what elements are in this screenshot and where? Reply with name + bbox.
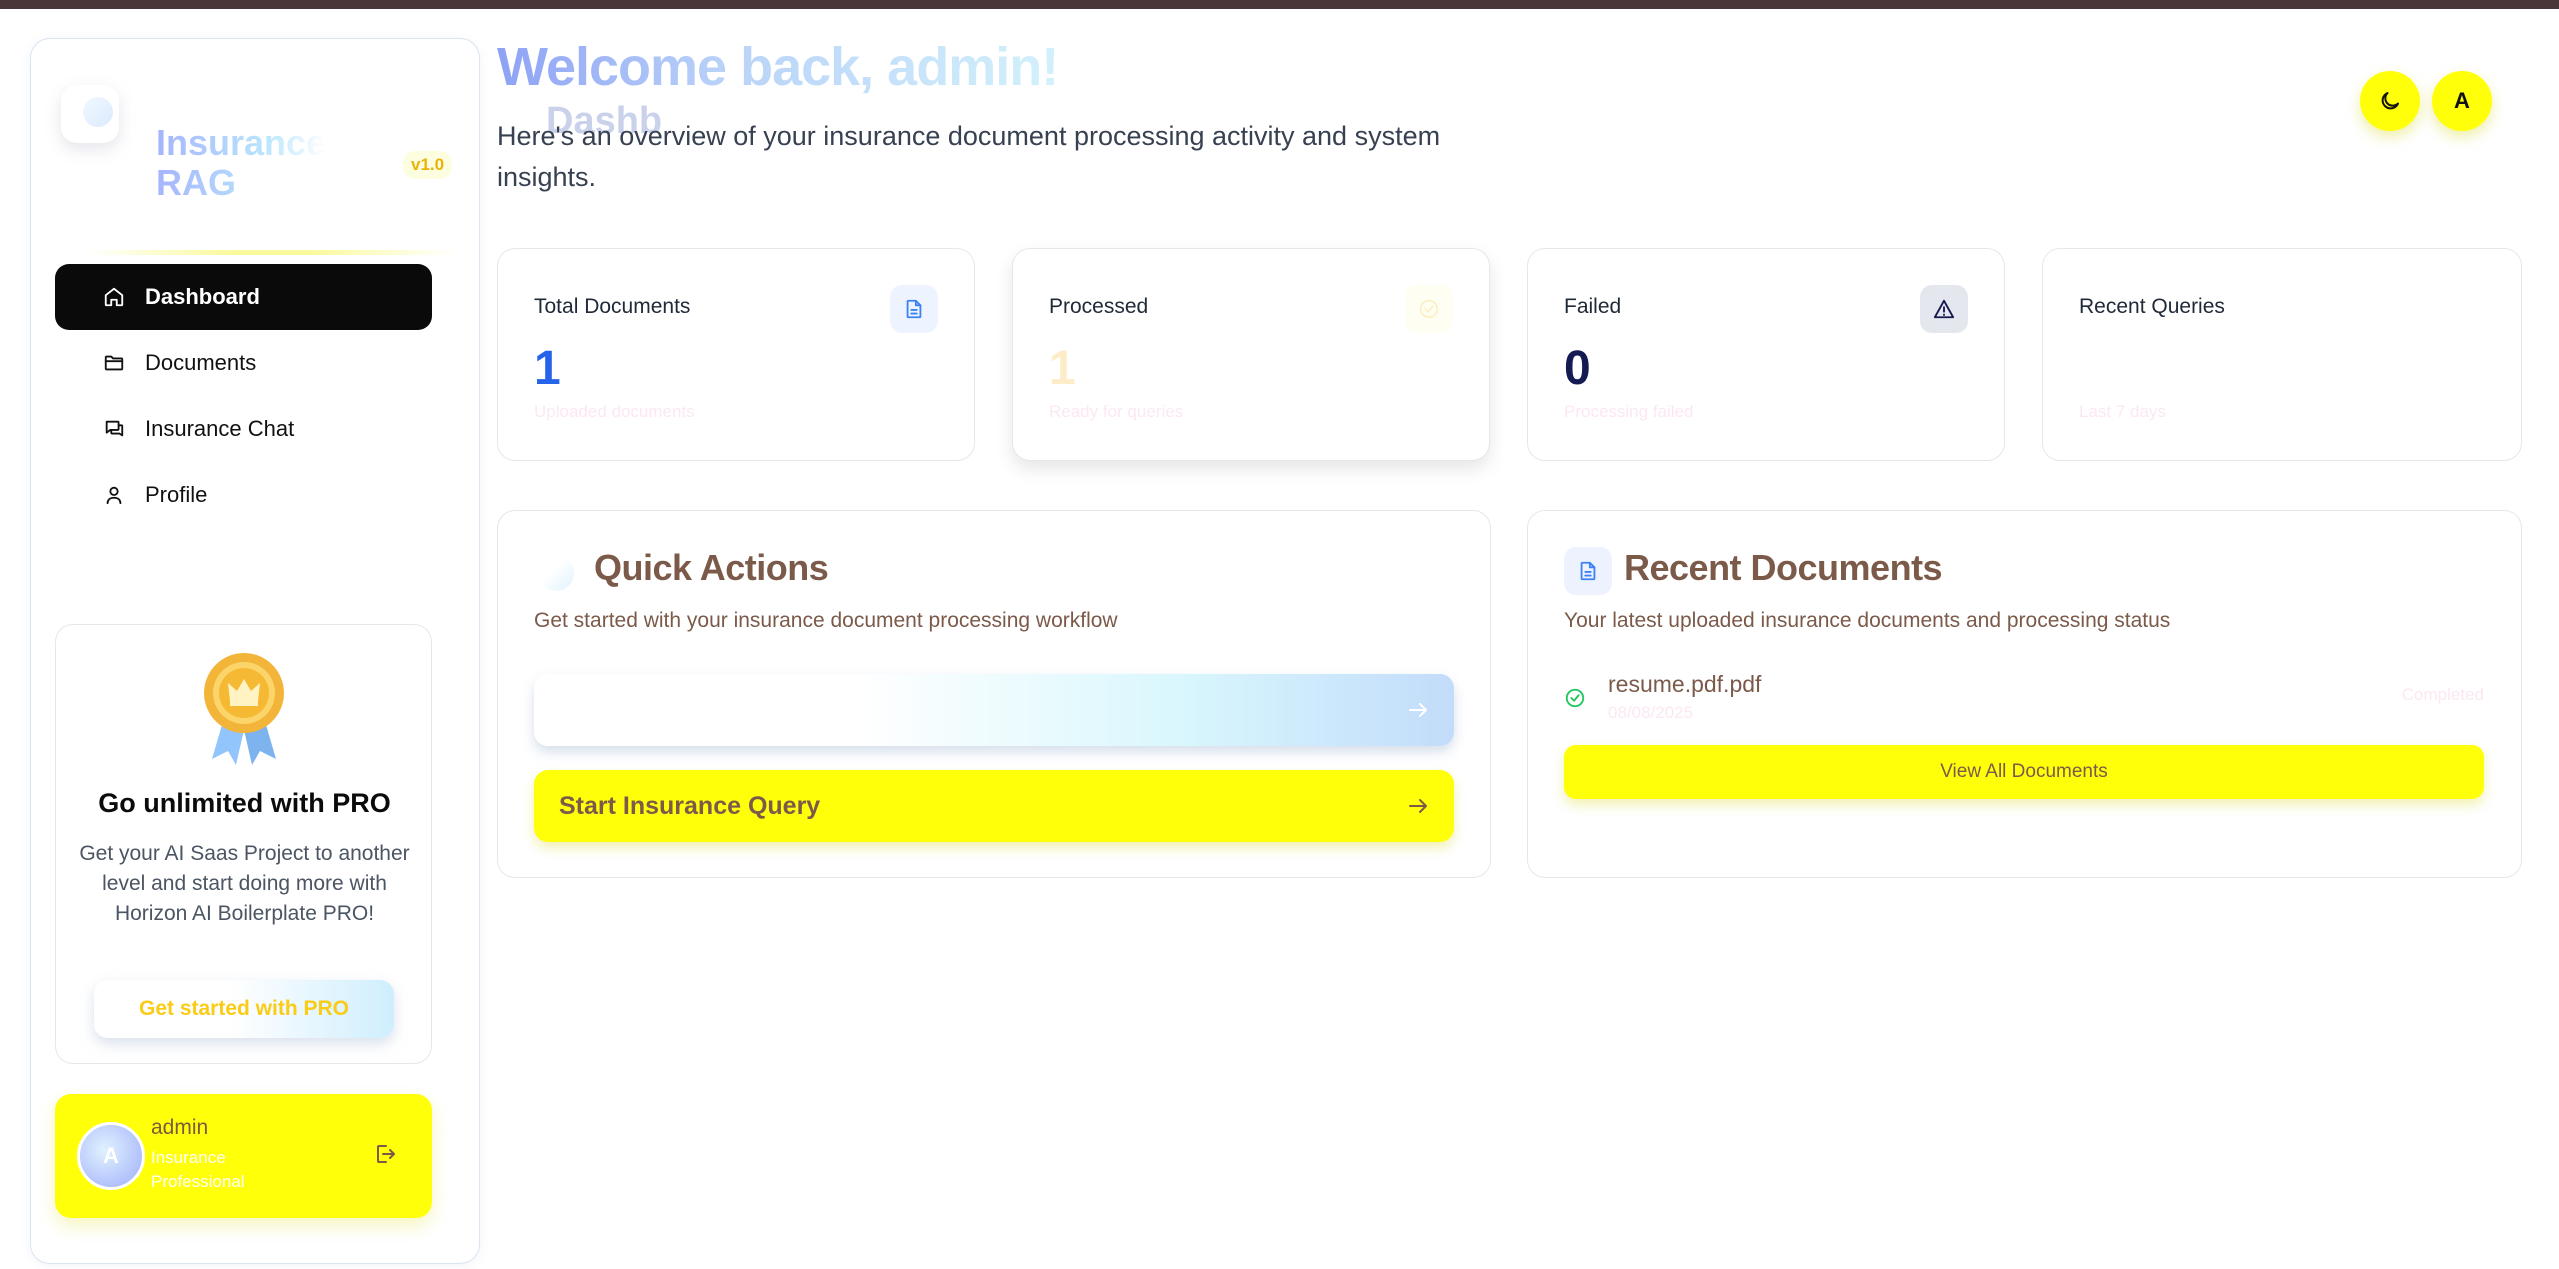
- start-insurance-query-button[interactable]: Start Insurance Query: [534, 770, 1454, 842]
- avatar-initial: A: [103, 1143, 119, 1168]
- stat-card-processed: Processed 1 Ready for queries: [1012, 248, 1490, 461]
- stat-title: Failed: [1564, 295, 1622, 318]
- theme-toggle-button[interactable]: [2360, 71, 2420, 131]
- stat-icon-box: [1920, 285, 1968, 333]
- quick-actions-description: Get started with your insurance document…: [534, 609, 1118, 632]
- stat-card-recent-queries: Recent Queries Last 7 days: [2042, 248, 2522, 461]
- user-icon: [106, 486, 122, 505]
- sidebar-item-insurance-chat[interactable]: Insurance Chat: [55, 396, 432, 462]
- stat-title: Recent Queries: [2079, 295, 2225, 318]
- quick-actions-icon: [538, 555, 574, 591]
- stat-card-total-documents: Total Documents 1 Uploaded documents: [497, 248, 975, 461]
- recent-documents-description: Your latest uploaded insurance documents…: [1564, 609, 2171, 632]
- arrow-right-icon: [1409, 703, 1427, 717]
- stat-card-failed: Failed 0 Processing failed: [1527, 248, 2005, 461]
- sidebar-item-profile[interactable]: Profile: [55, 462, 432, 528]
- user-card: A admin Insurance Professional: [55, 1094, 432, 1218]
- folder-icon: [104, 355, 124, 371]
- brand-name: Insurance RAG: [156, 122, 327, 203]
- stat-value: 1: [534, 342, 561, 395]
- top-strip: [0, 0, 2559, 9]
- stat-subtitle: Last 7 days: [2079, 402, 2166, 421]
- recent-documents-panel: Recent Documents Your latest uploaded in…: [1527, 510, 2522, 878]
- stat-value: 1: [1049, 342, 1076, 395]
- list-item[interactable]: resume.pdf.pdf 08/08/2025 Completed: [1564, 671, 2484, 725]
- version-badge: v1.0: [403, 151, 453, 179]
- quick-actions-panel: Quick Actions Get started with your insu…: [497, 510, 1491, 878]
- brand-divider: [87, 250, 457, 255]
- status-badge: Completed: [2401, 685, 2484, 704]
- stat-icon-box: [890, 285, 938, 333]
- home-icon: [104, 287, 124, 307]
- recent-documents-icon-box: [1564, 547, 1612, 595]
- stat-value: 0: [1564, 342, 1591, 395]
- arrow-right-icon: [1409, 799, 1427, 813]
- stat-subtitle: Ready for queries: [1049, 402, 1184, 421]
- moon-icon: [2381, 92, 2399, 110]
- logout-icon[interactable]: [373, 1142, 397, 1166]
- upload-documents-button[interactable]: [534, 674, 1454, 746]
- button-label: Start Insurance Query: [559, 791, 821, 820]
- sidebar-item-label: Insurance Chat: [145, 416, 295, 441]
- get-started-pro-button[interactable]: Get started with PRO: [94, 980, 394, 1038]
- check-circle-icon: [1419, 299, 1439, 319]
- promo-text: Get your AI Saas Project to another leve…: [79, 842, 410, 925]
- sidebar-item-label: Dashboard: [145, 284, 260, 309]
- check-circle-icon: [1565, 688, 1585, 708]
- promo-title: Go unlimited with PRO: [98, 788, 391, 818]
- user-name: admin: [151, 1116, 209, 1139]
- file-text-icon: [1580, 561, 1596, 581]
- sidebar-item-label: Documents: [145, 350, 257, 375]
- account-button[interactable]: A: [2432, 71, 2492, 131]
- brand-logo: [61, 85, 119, 143]
- sidebar-item-dashboard[interactable]: Dashboard: [55, 264, 432, 330]
- alert-triangle-icon: [1933, 299, 1955, 319]
- stat-subtitle: Processing failed: [1564, 402, 1694, 421]
- pro-promo-card: Go unlimited with PRO Get your AI Saas P…: [55, 624, 432, 1064]
- sidebar: Insurance RAG v1.0 Dashboard Documents I…: [30, 38, 480, 1264]
- chat-icon: [105, 420, 124, 437]
- welcome-subtitle: Here's an overview of your insurance doc…: [497, 121, 1441, 192]
- stat-title: Total Documents: [534, 295, 691, 318]
- user-role: Insurance Professional: [151, 1148, 245, 1191]
- stat-subtitle: Uploaded documents: [534, 402, 695, 421]
- sidebar-item-documents[interactable]: Documents: [55, 330, 432, 396]
- sidebar-nav: Dashboard Documents Insurance Chat Profi…: [55, 264, 432, 528]
- award-ribbon-icon: [204, 653, 284, 765]
- stat-icon-box: [1405, 285, 1453, 333]
- avatar[interactable]: A: [77, 1122, 145, 1190]
- view-all-documents-button[interactable]: View All Documents: [1564, 745, 2484, 799]
- recent-documents-title: Recent Documents: [1624, 547, 1943, 588]
- welcome-heading: Welcome back, admin!: [497, 37, 1059, 97]
- stat-title: Processed: [1049, 295, 1149, 318]
- file-text-icon: [906, 299, 922, 319]
- quick-actions-title: Quick Actions: [594, 547, 829, 588]
- document-date: 08/08/2025: [1608, 703, 1694, 722]
- sidebar-item-label: Profile: [145, 482, 208, 507]
- document-name: resume.pdf.pdf: [1608, 671, 1762, 697]
